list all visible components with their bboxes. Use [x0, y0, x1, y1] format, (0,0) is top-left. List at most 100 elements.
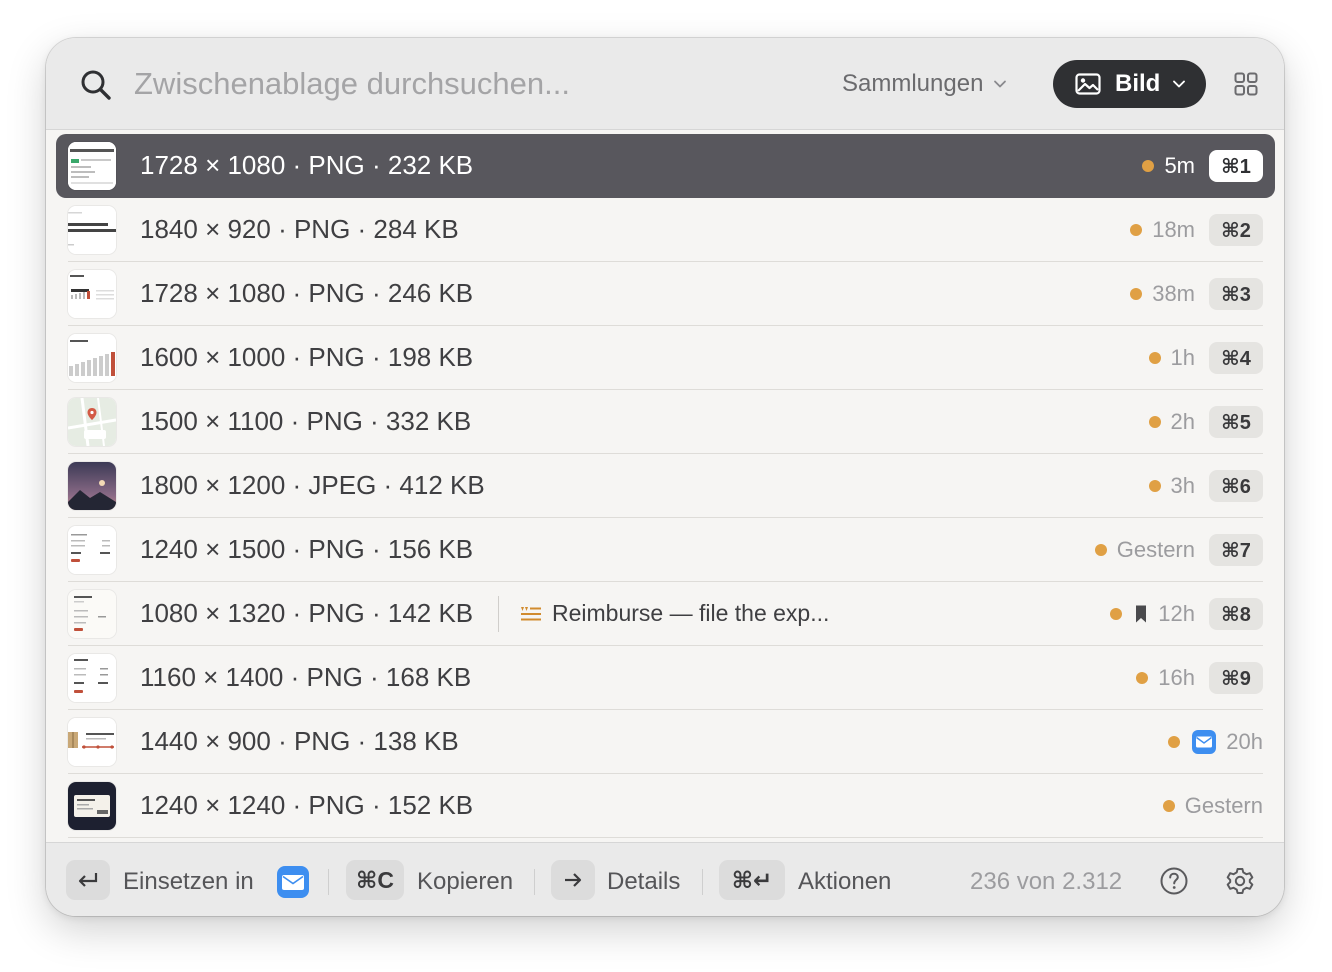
- paste-key-button[interactable]: [66, 860, 110, 900]
- unread-dot-icon: [1142, 160, 1155, 172]
- item-time: 38m: [1152, 281, 1195, 306]
- item-time: 18m: [1152, 217, 1195, 242]
- clipboard-item[interactable]: 1800 × 1200 · JPEG · 412 KB 3h ⌘6: [56, 454, 1275, 518]
- item-title: 1440 × 900 · PNG · 138 KB: [140, 726, 459, 756]
- help-icon[interactable]: [1159, 866, 1189, 896]
- item-title: 1728 × 1080 · PNG · 232 KB: [140, 150, 474, 180]
- actions-key-button[interactable]: ⌘↵: [719, 860, 785, 900]
- clipboard-item[interactable]: 1728 × 1080 · PNG · 232 KB 5m ⌘1: [56, 134, 1275, 198]
- item-meta: 1h ⌘4: [1148, 340, 1263, 376]
- unread-dot-icon: [1168, 736, 1181, 748]
- thumbnail-ui-screenshot: [68, 142, 116, 190]
- thumbnail-text-doc: [68, 206, 116, 254]
- shortcut-badge: ⌘5: [1209, 406, 1263, 438]
- image-icon: [1075, 73, 1101, 95]
- unread-dot-icon: [1094, 544, 1107, 556]
- copy-key-button[interactable]: ⌘C: [346, 860, 404, 900]
- clipboard-item[interactable]: 1240 × 1240 · PNG · 152 KB Gestern: [56, 774, 1275, 838]
- clipboard-item[interactable]: 1728 × 1080 · PNG · 246 KB 38m ⌘3: [56, 262, 1275, 326]
- clipboard-window: Sammlungen Bild: [46, 38, 1284, 916]
- row-divider: [68, 837, 1263, 838]
- shortcut-badge: ⌘4: [1209, 342, 1263, 374]
- item-title: 1500 × 1100 · PNG · 332 KB: [140, 406, 472, 436]
- actions-label: Aktionen: [798, 868, 892, 895]
- action-bar: Einsetzen in ⌘C Kopieren Details ⌘↵ Akti…: [46, 842, 1284, 916]
- footer-divider: [328, 869, 329, 895]
- item-time: 16h: [1158, 665, 1195, 690]
- mail-app-icon[interactable]: [277, 866, 309, 898]
- item-time: Gestern: [1116, 537, 1195, 562]
- item-meta: 3h ⌘6: [1148, 468, 1263, 504]
- type-filter-button[interactable]: Bild: [1053, 60, 1206, 108]
- item-count: 236 von 2.312: [970, 868, 1123, 895]
- shortcut-badge: ⌘2: [1209, 214, 1263, 246]
- shortcut-badge: ⌘3: [1209, 278, 1263, 310]
- shortcut-badge: ⌘9: [1209, 662, 1263, 694]
- note-icon: [521, 606, 541, 620]
- shortcut-badge: ⌘6: [1209, 470, 1263, 502]
- item-time: 1h: [1170, 345, 1195, 370]
- item-time: 12h: [1158, 601, 1195, 626]
- unread-dot-icon: [1136, 672, 1149, 684]
- item-meta: 18m ⌘2: [1130, 212, 1263, 248]
- unread-dot-icon: [1148, 480, 1161, 492]
- item-title: 1240 × 1240 · PNG · 152 KB: [140, 790, 474, 820]
- item-title: 1080 × 1320 · PNG · 142 KB: [140, 598, 474, 628]
- return-key-icon: [78, 873, 98, 887]
- item-meta: 5m ⌘1: [1142, 148, 1263, 184]
- grid-view-icon[interactable]: [1234, 72, 1258, 96]
- search-input[interactable]: [134, 62, 754, 106]
- collections-dropdown[interactable]: Sammlungen: [842, 68, 1007, 100]
- item-time: 20h: [1226, 729, 1263, 754]
- item-title: 1160 × 1400 · PNG · 168 KB: [140, 662, 472, 692]
- item-meta: Gestern ⌘7: [1094, 532, 1263, 568]
- item-meta: 38m ⌘3: [1130, 276, 1263, 312]
- mail-app-icon: [1192, 730, 1217, 754]
- arrow-right-icon: [565, 873, 582, 887]
- item-title: 1600 × 1000 · PNG · 198 KB: [140, 342, 474, 372]
- item-title: 1240 × 1500 · PNG · 156 KB: [140, 534, 474, 564]
- details-label: Details: [607, 868, 681, 895]
- note-divider: [498, 596, 499, 632]
- unread-dot-icon: [1162, 800, 1175, 812]
- clipboard-item[interactable]: 1840 × 920 · PNG · 284 KB 18m ⌘2: [56, 198, 1275, 262]
- thumbnail-invoice: [68, 654, 116, 702]
- item-time: 5m: [1164, 153, 1195, 178]
- footer-divider: [702, 869, 703, 895]
- item-meta: 20h: [1168, 724, 1263, 760]
- clipboard-item[interactable]: 1240 × 1500 · PNG · 156 KB Gestern ⌘7: [56, 518, 1275, 582]
- note-text: Reimburse — file the exp...: [552, 600, 830, 626]
- search-icon: [81, 70, 111, 100]
- item-note: Reimburse — file the exp...: [520, 600, 829, 627]
- details-key-button[interactable]: [551, 860, 595, 900]
- item-title: 1728 × 1080 · PNG · 246 KB: [140, 278, 474, 308]
- thumbnail-bar-chart: [68, 334, 116, 382]
- search-bar: Sammlungen Bild: [46, 38, 1284, 130]
- clipboard-item[interactable]: 1080 × 1320 · PNG · 142 KB Reimburse — f…: [56, 582, 1275, 646]
- item-title: 1800 × 1200 · JPEG · 412 KB: [140, 470, 485, 500]
- item-meta: 12h ⌘8: [1110, 596, 1263, 632]
- clipboard-item[interactable]: 1160 × 1400 · PNG · 168 KB 16h ⌘9: [56, 646, 1275, 710]
- thumbnail-form: [68, 590, 116, 638]
- thumbnail-shipping: [68, 718, 116, 766]
- item-meta: Gestern: [1162, 788, 1263, 824]
- item-meta: 16h ⌘9: [1136, 660, 1263, 696]
- shortcut-badge: ⌘8: [1209, 598, 1263, 630]
- chevron-down-icon: [994, 80, 1007, 88]
- thumbnail-dashboard: [68, 270, 116, 318]
- settings-gear-icon[interactable]: [1225, 866, 1255, 896]
- item-meta: 2h ⌘5: [1148, 404, 1263, 440]
- clipboard-item[interactable]: 1600 × 1000 · PNG · 198 KB 1h ⌘4: [56, 326, 1275, 390]
- unread-dot-icon: [1148, 416, 1161, 428]
- paste-label: Einsetzen in: [123, 868, 254, 895]
- unread-dot-icon: [1130, 224, 1143, 236]
- chevron-down-icon: [1173, 80, 1186, 88]
- bookmark-icon: [1136, 605, 1147, 623]
- clipboard-item[interactable]: 1500 × 1100 · PNG · 332 KB 2h ⌘5: [56, 390, 1275, 454]
- unread-dot-icon: [1110, 608, 1123, 620]
- filter-label: Bild: [1115, 70, 1161, 97]
- shortcut-badge: ⌘7: [1209, 534, 1263, 566]
- thumbnail-landscape-photo: [68, 462, 116, 510]
- footer-divider: [534, 869, 535, 895]
- clipboard-item[interactable]: 1440 × 900 · PNG · 138 KB 20h: [56, 710, 1275, 774]
